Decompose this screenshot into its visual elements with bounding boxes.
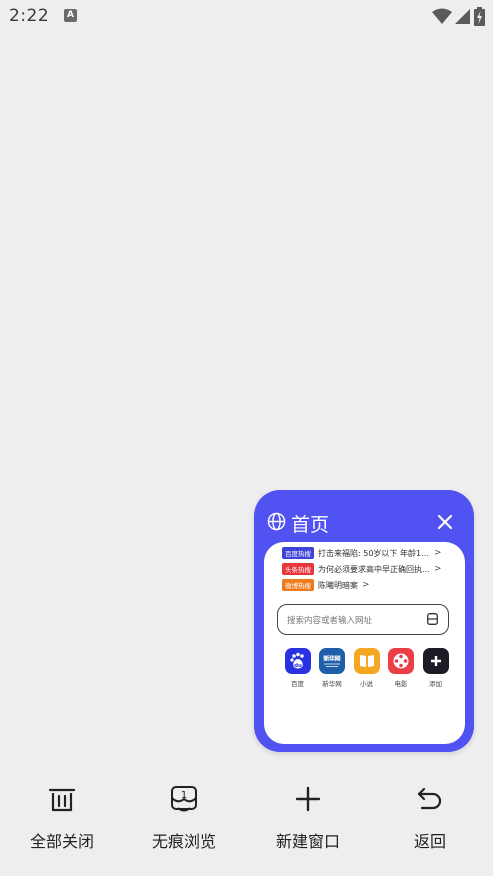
- news-tag: 头条热搜: [282, 563, 314, 575]
- shortcut-label: 添加: [429, 680, 442, 688]
- news-text: 为何必须要求高中早正确回执...: [318, 564, 430, 574]
- signal-icon: [455, 9, 470, 24]
- incognito-button[interactable]: 1 无痕浏览: [129, 784, 239, 852]
- close-all-label: 全部关闭: [29, 832, 94, 851]
- shortcut-label: 新华网: [322, 680, 342, 688]
- shortcut-label: 小说: [360, 680, 373, 688]
- tab-card[interactable]: 首页 百度热搜 打击来福陷: 50岁以下 年龄10... > 头条热搜 为何必须…: [254, 490, 474, 752]
- back-button[interactable]: 返回: [375, 784, 485, 852]
- shortcut-label: 百度: [291, 680, 304, 688]
- bottom-toolbar: 全部关闭 1 无痕浏览 新建窗口 返回: [0, 770, 493, 876]
- shortcut-xinhua: 新华网 新华网: [319, 648, 346, 688]
- xinhua-icon: 新华网: [319, 648, 345, 674]
- status-bar: 2:22 A: [0, 0, 493, 34]
- undo-arrow-icon: [417, 787, 442, 810]
- back-label: 返回: [413, 832, 446, 851]
- svg-text:新华网: 新华网: [324, 655, 341, 663]
- shortcut-movie: 电影: [388, 648, 415, 688]
- book-icon: [353, 648, 380, 674]
- news-text: 陈曦明暗案: [318, 580, 358, 590]
- new-window-label: 新建窗口: [275, 832, 340, 851]
- add-icon: [422, 648, 449, 674]
- baidu-icon: du: [284, 648, 311, 674]
- status-time: 2:22: [9, 6, 50, 26]
- shortcut-label: 电影: [394, 680, 408, 688]
- tab-preview[interactable]: 百度热搜 打击来福陷: 50岁以下 年龄10... > 头条热搜 为何必须要求高…: [264, 542, 465, 744]
- film-icon: [388, 648, 414, 674]
- close-icon[interactable]: [438, 515, 452, 529]
- chevron-right-icon: >: [434, 548, 442, 558]
- incognito-mask-icon: 1: [171, 786, 197, 812]
- news-item: 百度热搜 打击来福陷: 50岁以下 年龄10... >: [282, 547, 442, 559]
- shortcut-baidu: du 百度: [284, 648, 311, 688]
- globe-icon: [267, 512, 286, 531]
- shortcut-add: 添加: [422, 648, 449, 688]
- incognito-label: 无痕浏览: [151, 832, 216, 851]
- wifi-icon: [432, 8, 452, 24]
- news-tag: 微博热搜: [282, 579, 314, 591]
- news-text: 打击来福陷: 50岁以下 年龄10...: [318, 548, 430, 558]
- plus-icon: [295, 786, 321, 812]
- news-item: 头条热搜 为何必须要求高中早正确回执... >: [282, 563, 442, 575]
- status-icons: [432, 7, 485, 26]
- tab-title: 首页: [291, 514, 330, 536]
- news-tag: 百度热搜: [282, 547, 314, 559]
- news-item: 微博热搜 陈曦明暗案 >: [282, 579, 370, 591]
- notification-icon: A: [64, 9, 77, 22]
- shortcut-novel: 小说: [353, 648, 380, 688]
- tabs-icon: [427, 613, 438, 625]
- new-window-button[interactable]: 新建窗口: [253, 784, 363, 852]
- chevron-right-icon: >: [434, 564, 442, 574]
- shortcut-grid: du 百度 新华网 新华网 小说 电影 添加: [284, 648, 449, 688]
- search-placeholder: 搜索内容或者输入网址: [287, 616, 373, 626]
- chevron-right-icon: >: [362, 580, 370, 590]
- battery-icon: [474, 7, 485, 26]
- preview-search-box: 搜索内容或者输入网址: [277, 604, 449, 635]
- svg-text:du: du: [294, 663, 302, 669]
- trash-icon: [48, 788, 76, 812]
- close-all-button[interactable]: 全部关闭: [7, 784, 117, 852]
